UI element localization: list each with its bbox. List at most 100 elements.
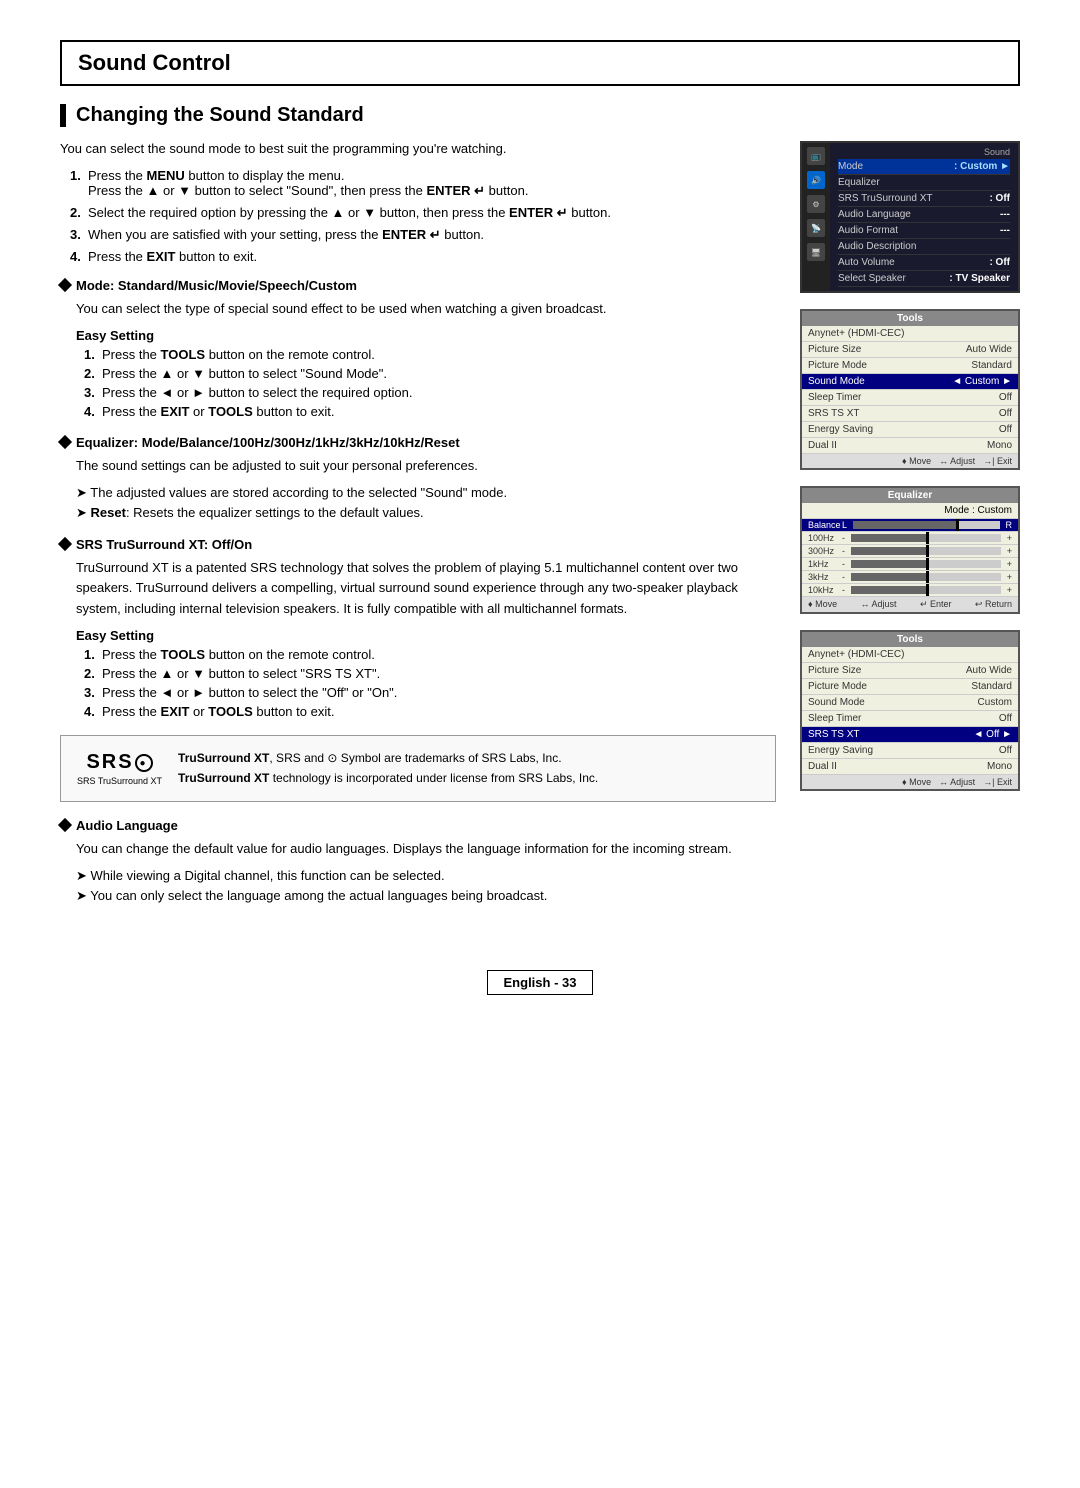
easy-setting-label-mode: Easy Setting xyxy=(76,328,776,343)
tools-row-picsize-2: Picture Size Auto Wide xyxy=(802,663,1018,679)
equalizer-header-text: Equalizer: Mode/Balance/100Hz/300Hz/1kHz… xyxy=(76,435,460,450)
eq-footer: ♦ Move ↔ Adjust ↵ Enter ↩ Return xyxy=(802,597,1018,612)
3khz-bar xyxy=(851,573,1001,581)
step-4: 4. Press the EXIT button to exit. xyxy=(70,249,776,264)
srs-body: TruSurround XT is a patented SRS technol… xyxy=(76,558,776,620)
left-column: You can select the sound mode to best su… xyxy=(60,141,776,920)
eq-row-100hz: 100Hz - + xyxy=(802,532,1018,545)
tools-row-dual-2: Dual II Mono xyxy=(802,759,1018,775)
balance-bar xyxy=(853,521,999,529)
srs-line1: TruSurround XT, SRS and ⊙ Symbol are tra… xyxy=(178,748,598,768)
diamond-icon-mode xyxy=(58,278,72,292)
intro-text: You can select the sound mode to best su… xyxy=(60,141,776,156)
diamond-header-audio-language: Audio Language xyxy=(60,818,776,833)
srs-easy-step-1: 1.Press the TOOLS button on the remote c… xyxy=(84,647,776,662)
srs-trademark-box: SRS● SRS TruSurround XT TruSurround XT, … xyxy=(60,735,776,802)
audio-language-note-2: You can only select the language among t… xyxy=(76,888,776,904)
audio-language-body: You can change the default value for aud… xyxy=(76,839,776,860)
tools-row-picmode-1: Picture Mode Standard xyxy=(802,358,1018,374)
tools-row-picsize-1: Picture Size Auto Wide xyxy=(802,342,1018,358)
content-layout: You can select the sound mode to best su… xyxy=(60,141,1020,920)
tools-menu-1: Tools Anynet+ (HDMI-CEC) Picture Size Au… xyxy=(800,309,1020,470)
tools-row-anynet-1: Anynet+ (HDMI-CEC) xyxy=(802,326,1018,342)
eq-row-balance: Balance L R xyxy=(802,519,1018,532)
step-1-num: 1. xyxy=(70,168,81,183)
eq-row-10khz: 10kHz - + xyxy=(802,584,1018,597)
step-2-num: 2. xyxy=(70,205,81,220)
right-column: 📺 🔊 ⚙ 📡 🖥 Sound Mode : Custom ► E xyxy=(800,141,1020,920)
diamond-header-mode: Mode: Standard/Music/Movie/Speech/Custom xyxy=(60,278,776,293)
tv-icon-4: 📡 xyxy=(807,219,825,237)
tv-row-auto-vol: Auto Volume : Off xyxy=(838,255,1010,271)
tools-row-srs-2: SRS TS XT ◄ Off ► xyxy=(802,727,1018,743)
mode-easy-steps: 1.Press the TOOLS button on the remote c… xyxy=(84,347,776,419)
300hz-bar xyxy=(851,547,1001,555)
tools-row-sleep-2: Sleep Timer Off xyxy=(802,711,1018,727)
tools-row-soundmode-1: Sound Mode ◄ Custom ► xyxy=(802,374,1018,390)
tools-row-dual-1: Dual II Mono xyxy=(802,438,1018,454)
equalizer-body: The sound settings can be adjusted to su… xyxy=(76,456,776,477)
mode-body: You can select the type of special sound… xyxy=(76,299,776,320)
diamond-icon-srs xyxy=(58,537,72,551)
tv-row-srs: SRS TruSurround XT : Off xyxy=(838,191,1010,207)
diamond-icon-audio-language xyxy=(58,818,72,832)
diamond-section-equalizer: Equalizer: Mode/Balance/100Hz/300Hz/1kHz… xyxy=(60,435,776,521)
audio-language-header-text: Audio Language xyxy=(76,818,178,833)
tv-icon-1: 📺 xyxy=(807,147,825,165)
tools-row-energy-1: Energy Saving Off xyxy=(802,422,1018,438)
srs-logo-sub: SRS TruSurround XT xyxy=(77,776,162,786)
srs-easy-step-3: 3.Press the ◄ or ► button to select the … xyxy=(84,685,776,700)
srs-header-text: SRS TruSurround XT: Off/On xyxy=(76,537,252,552)
eq-mode-row: Mode : Custom xyxy=(802,503,1018,519)
tv-sound-label: Sound xyxy=(838,147,1010,159)
step-4-num: 4. xyxy=(70,249,81,264)
tv-icon-sound: 🔊 xyxy=(807,171,825,189)
diamond-section-srs: SRS TruSurround XT: Off/On TruSurround X… xyxy=(60,537,776,719)
mode-easy-step-1: 1.Press the TOOLS button on the remote c… xyxy=(84,347,776,362)
10khz-bar xyxy=(851,586,1001,594)
tv-icon-3: ⚙ xyxy=(807,195,825,213)
equalizer-note-1: The adjusted values are stored according… xyxy=(76,485,776,501)
eq-row-1khz: 1kHz - + xyxy=(802,558,1018,571)
mode-easy-step-4: 4.Press the EXIT or TOOLS button to exit… xyxy=(84,404,776,419)
srs-logo-text: SRS● xyxy=(77,751,162,774)
diamond-section-audio-language: Audio Language You can change the defaul… xyxy=(60,818,776,904)
tv-row-select-speaker: Select Speaker : TV Speaker xyxy=(838,271,1010,287)
mode-easy-step-2: 2.Press the ▲ or ▼ button to select "Sou… xyxy=(84,366,776,381)
mode-header-text: Mode: Standard/Music/Movie/Speech/Custom xyxy=(76,278,357,293)
diamond-icon-equalizer xyxy=(58,435,72,449)
eq-title: Equalizer xyxy=(802,488,1018,503)
step-1: 1. Press the MENU button to display the … xyxy=(70,168,776,199)
diamond-section-mode: Mode: Standard/Music/Movie/Speech/Custom… xyxy=(60,278,776,419)
easy-setting-label-srs: Easy Setting xyxy=(76,628,776,643)
srs-logo: SRS● SRS TruSurround XT xyxy=(77,751,162,786)
tools-footer-1: ♦ Move ↔ Adjust →| Exit xyxy=(802,454,1018,468)
tools-menu-2: Tools Anynet+ (HDMI-CEC) Picture Size Au… xyxy=(800,630,1020,791)
tools-row-soundmode-2: Sound Mode Custom xyxy=(802,695,1018,711)
tv-sound-content: Sound Mode : Custom ► Equalizer SRS TruS… xyxy=(830,143,1018,291)
mode-easy-step-3: 3.Press the ◄ or ► button to select the … xyxy=(84,385,776,400)
tools-row-sleep-1: Sleep Timer Off xyxy=(802,390,1018,406)
srs-easy-step-4: 4.Press the EXIT or TOOLS button to exit… xyxy=(84,704,776,719)
tools-row-srs-1: SRS TS XT Off xyxy=(802,406,1018,422)
page-container: Sound Control Changing the Sound Standar… xyxy=(60,40,1020,995)
tv-row-audio-format: Audio Format --- xyxy=(838,223,1010,239)
1khz-bar xyxy=(851,560,1001,568)
diamond-header-equalizer: Equalizer: Mode/Balance/100Hz/300Hz/1kHz… xyxy=(60,435,776,450)
footer-badge: English - 33 xyxy=(487,970,594,995)
srs-easy-steps: 1.Press the TOOLS button on the remote c… xyxy=(84,647,776,719)
footer: English - 33 xyxy=(60,950,1020,995)
tv-row-eq: Equalizer xyxy=(838,175,1010,191)
tv-row-mode: Mode : Custom ► xyxy=(838,159,1010,175)
srs-trademark-text: TruSurround XT, SRS and ⊙ Symbol are tra… xyxy=(178,748,598,789)
equalizer-menu: Equalizer Mode : Custom Balance L R xyxy=(800,486,1020,614)
tools-title-2: Tools xyxy=(802,632,1018,647)
step-3: 3. When you are satisfied with your sett… xyxy=(70,227,776,243)
diamond-header-srs: SRS TruSurround XT: Off/On xyxy=(60,537,776,552)
tv-row-audio-desc: Audio Description xyxy=(838,239,1010,255)
step-2: 2. Select the required option by pressin… xyxy=(70,205,776,221)
tools-row-energy-2: Energy Saving Off xyxy=(802,743,1018,759)
srs-line2: TruSurround XT technology is incorporate… xyxy=(178,768,598,788)
main-steps: 1. Press the MENU button to display the … xyxy=(60,168,776,264)
tv-sound-menu: 📺 🔊 ⚙ 📡 🖥 Sound Mode : Custom ► E xyxy=(800,141,1020,293)
